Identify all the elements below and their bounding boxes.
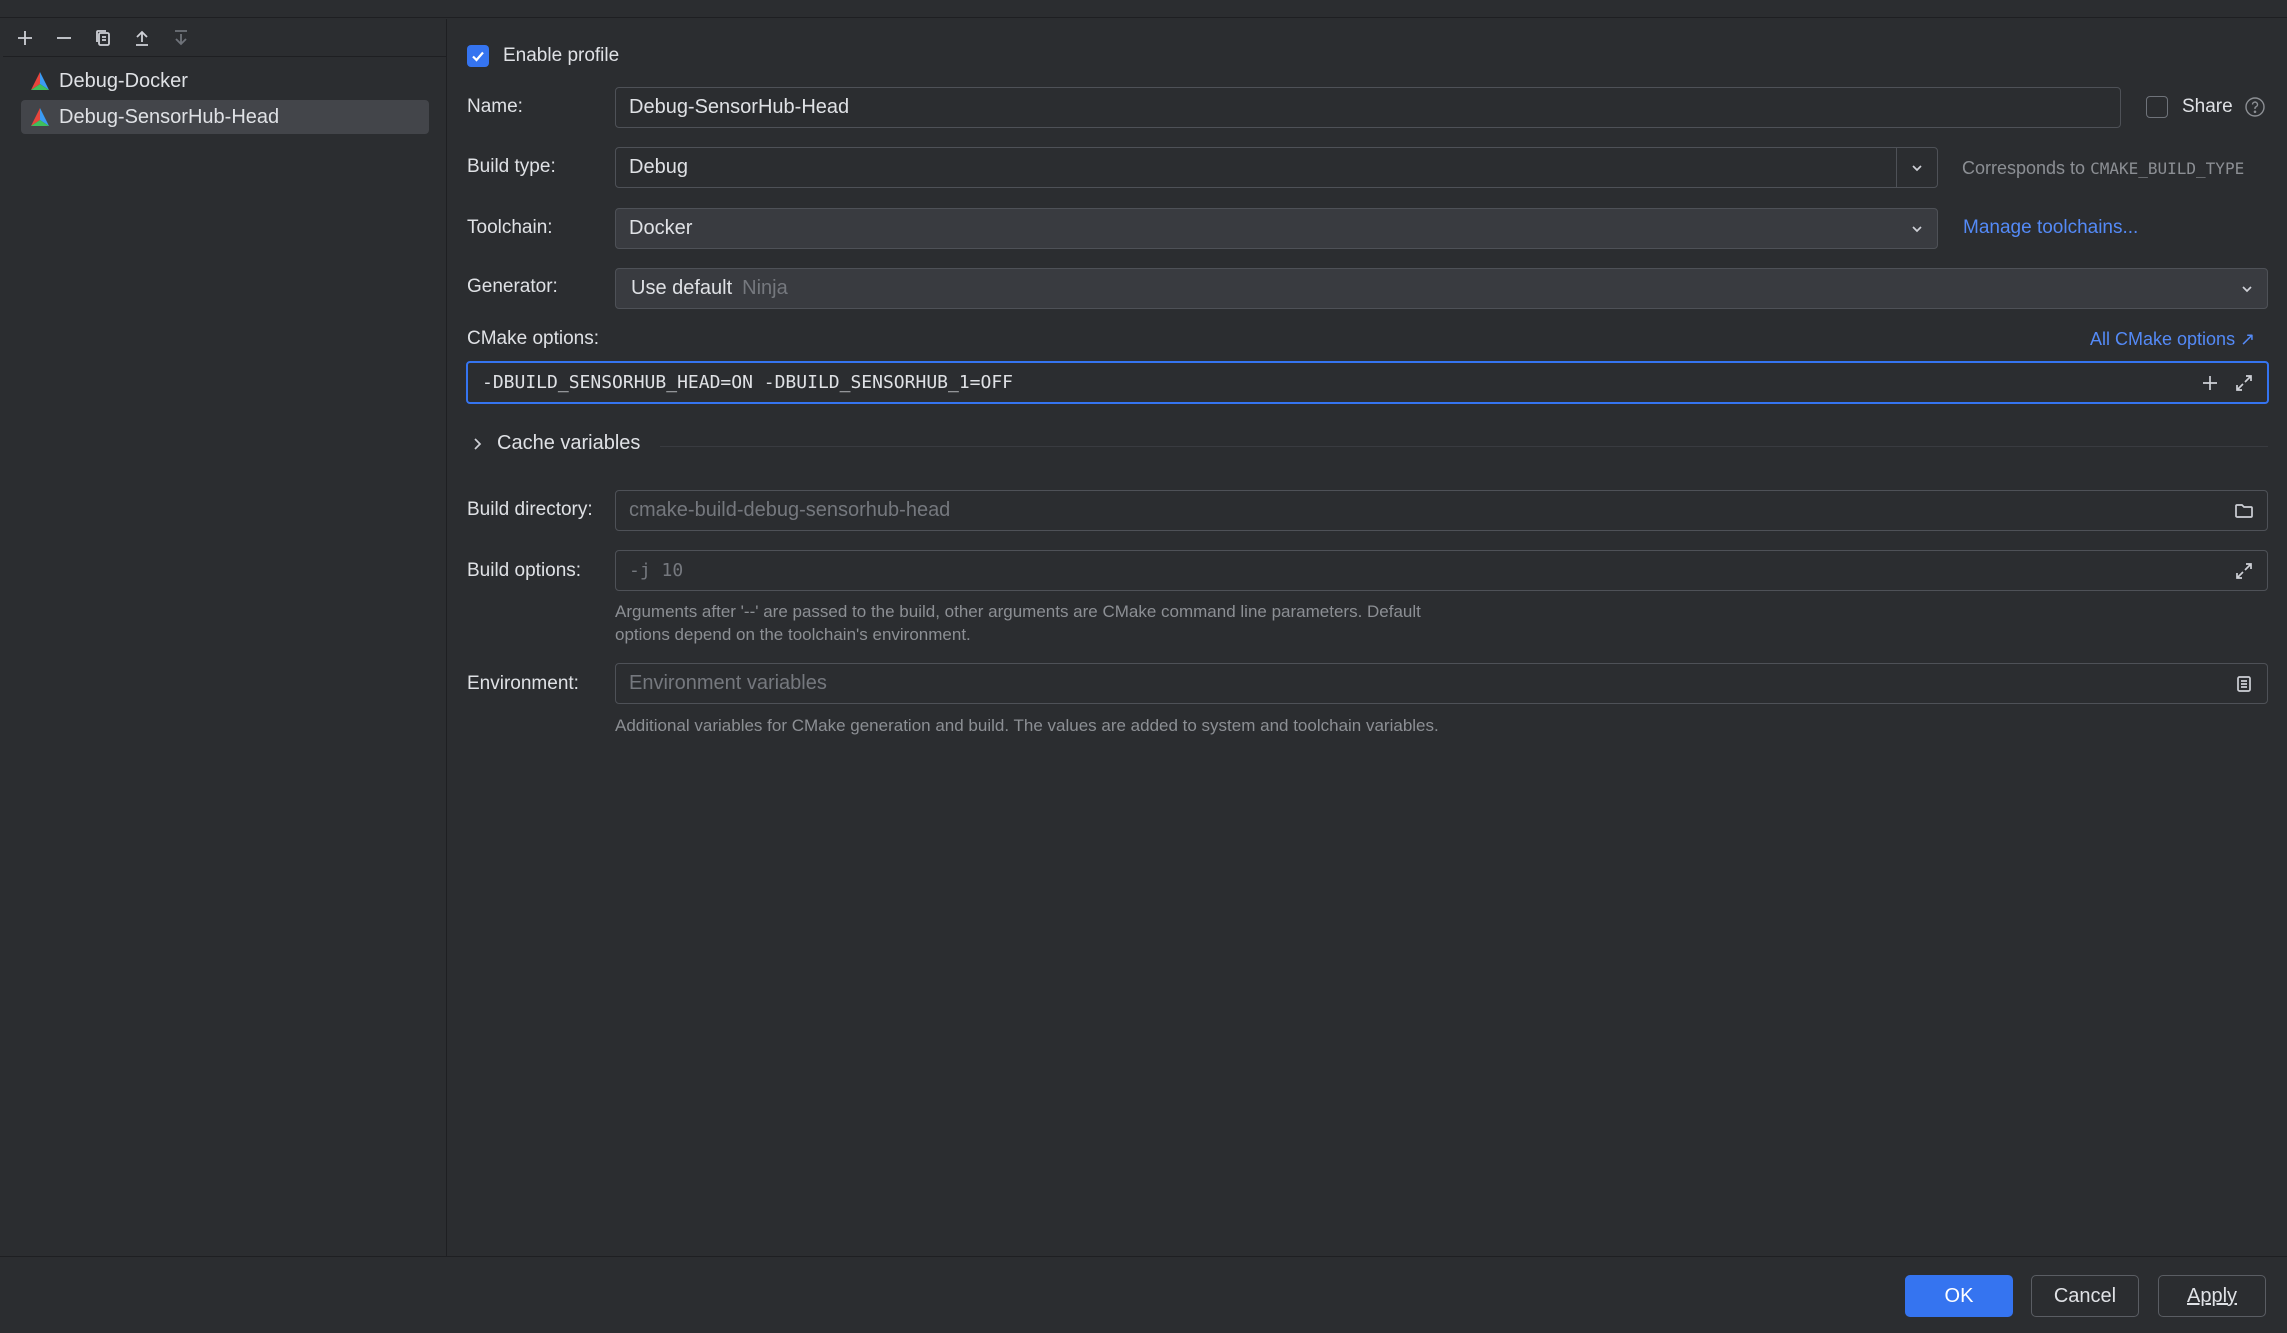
cmake-options-label: CMake options:	[467, 328, 600, 349]
cancel-button[interactable]: Cancel	[2031, 1275, 2139, 1317]
add-icon[interactable]	[11, 25, 39, 51]
generator-value: Use default	[631, 277, 733, 299]
expand-icon[interactable]	[2229, 556, 2259, 586]
build-type-value: Debug	[629, 156, 688, 178]
name-input[interactable]: Debug-SensorHub-Head	[615, 87, 2121, 128]
build-type-hint-code: CMAKE_BUILD_TYPE	[2090, 159, 2245, 178]
build-directory-label: Build directory:	[467, 499, 593, 520]
list-icon[interactable]	[2229, 669, 2259, 699]
toolchain-combo[interactable]: Docker	[615, 208, 1938, 249]
build-options-hint: Arguments after '--' are passed to the b…	[615, 602, 1421, 644]
build-type-combo[interactable]: Debug	[615, 147, 1938, 188]
remove-icon[interactable]	[50, 25, 78, 51]
toolchain-value: Docker	[629, 217, 693, 239]
chevron-down-icon[interactable]	[1896, 148, 1937, 187]
profiles-toolbar	[3, 19, 447, 57]
share-label: Share	[2182, 96, 2233, 117]
cmake-options-input[interactable]: -DBUILD_SENSORHUB_HEAD=ON -DBUILD_SENSOR…	[466, 361, 2269, 404]
add-icon[interactable]	[2195, 368, 2225, 398]
ok-button[interactable]: OK	[1905, 1275, 2013, 1317]
build-type-hint: Corresponds to CMAKE_BUILD_TYPE	[1962, 158, 2245, 178]
profile-item-debug-docker[interactable]: Debug-Docker	[21, 64, 429, 98]
section-divider	[660, 446, 2268, 447]
generator-combo[interactable]: Use default Ninja	[615, 268, 2268, 309]
build-options-input[interactable]: -j 10	[615, 550, 2268, 591]
generator-label: Generator:	[467, 276, 558, 297]
name-label: Name:	[467, 96, 523, 117]
enable-profile-label: Enable profile	[503, 45, 620, 66]
cache-variables-toggle[interactable]: Cache variables	[467, 432, 640, 455]
chevron-down-icon	[1897, 222, 1937, 236]
dialog-top-strip	[0, 0, 2287, 18]
cmake-options-value: -DBUILD_SENSORHUB_HEAD=ON -DBUILD_SENSOR…	[482, 372, 1014, 393]
all-cmake-options-link[interactable]: All CMake options ↗	[2090, 329, 2255, 350]
cache-variables-label: Cache variables	[497, 432, 641, 454]
expand-icon[interactable]	[2229, 368, 2259, 398]
toolchain-label: Toolchain:	[467, 217, 553, 238]
build-options-label: Build options:	[467, 560, 582, 581]
apply-button[interactable]: Apply	[2158, 1275, 2266, 1317]
move-down-icon[interactable]	[167, 25, 195, 51]
name-value: Debug-SensorHub-Head	[629, 96, 850, 118]
environment-input[interactable]: Environment variables	[615, 663, 2268, 704]
checkmark-icon	[472, 51, 484, 62]
build-options-placeholder: -j 10	[629, 560, 684, 581]
cmake-icon	[27, 68, 53, 94]
help-icon[interactable]	[2244, 96, 2266, 118]
chevron-down-icon	[2227, 282, 2267, 296]
build-type-label: Build type:	[467, 156, 556, 177]
generator-default: Ninja	[742, 277, 788, 299]
dialog-button-bar: OK Cancel Apply	[0, 1256, 2287, 1333]
profile-label: Debug-Docker	[59, 69, 188, 92]
profile-item-debug-sensorhub-head[interactable]: Debug-SensorHub-Head	[21, 100, 429, 134]
cmake-icon	[27, 104, 53, 130]
move-up-icon[interactable]	[128, 25, 156, 51]
profiles-panel: Debug-Docker Debug-SensorHub-Head	[3, 19, 447, 1256]
environment-placeholder: Environment variables	[629, 672, 827, 694]
enable-profile-checkbox[interactable]	[467, 45, 489, 67]
copy-icon[interactable]	[89, 25, 117, 51]
chevron-right-icon	[467, 437, 487, 451]
build-directory-input[interactable]: cmake-build-debug-sensorhub-head	[615, 490, 2268, 531]
build-directory-placeholder: cmake-build-debug-sensorhub-head	[629, 499, 951, 521]
folder-icon[interactable]	[2229, 496, 2259, 526]
environment-label: Environment:	[467, 673, 579, 694]
environment-hint: Additional variables for CMake generatio…	[615, 716, 1439, 735]
manage-toolchains-link[interactable]: Manage toolchains...	[1963, 217, 2138, 239]
share-checkbox[interactable]	[2146, 96, 2168, 118]
profile-label: Debug-SensorHub-Head	[59, 105, 280, 128]
